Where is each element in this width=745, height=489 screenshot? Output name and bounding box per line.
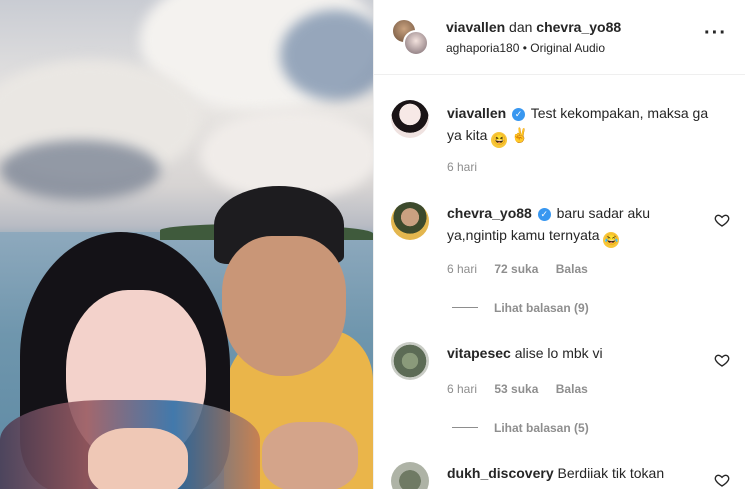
author-joiner: dan: [509, 19, 533, 35]
man-face: [222, 236, 346, 376]
view-replies-label[interactable]: Lihat balasan (5): [494, 421, 589, 435]
avatar[interactable]: [391, 202, 429, 240]
comment-body: chevra_yo88 ✓ baru sadar aku ya,ngintip …: [447, 202, 709, 248]
view-replies-label[interactable]: Lihat balasan (9): [494, 301, 589, 315]
comment-time: 6 hari: [447, 160, 478, 174]
comment-username[interactable]: vitapesec: [447, 345, 511, 361]
cloud: [0, 140, 160, 200]
comment-username[interactable]: chevra_yo88: [447, 205, 532, 221]
comment-username[interactable]: viavallen: [447, 105, 506, 121]
comment-text: alise lo mbk vi: [514, 345, 603, 361]
comment-meta: 6 hari 72 suka Balas: [447, 262, 602, 276]
heart-icon[interactable]: [714, 212, 730, 228]
comment-body: vitapesec alise lo mbk vi: [447, 342, 709, 364]
comment-text: Berdiiak tik tokan: [557, 465, 665, 481]
hand: [262, 422, 358, 489]
emoji-tears-of-joy: 😂: [603, 232, 620, 248]
author-username[interactable]: viavallen: [446, 19, 505, 35]
comment-likes[interactable]: 72 suka: [494, 262, 538, 276]
avatar[interactable]: [403, 30, 429, 56]
hand: [88, 428, 188, 489]
reply-button[interactable]: Balas: [556, 382, 588, 396]
emoji-victory: ✌: [511, 127, 529, 143]
post-authors: viavallen dan chevra_yo88: [446, 19, 621, 35]
verified-badge-icon: ✓: [537, 208, 551, 221]
comment-likes[interactable]: 53 suka: [494, 382, 538, 396]
comment-body: dukh_discovery Berdiiak tik tokan: [447, 462, 709, 484]
comment-time: 6 hari: [447, 262, 478, 276]
avatar[interactable]: [391, 100, 429, 138]
view-replies-button[interactable]: Lihat balasan (5): [452, 421, 589, 435]
author-username[interactable]: chevra_yo88: [536, 19, 621, 35]
caption-body: viavallen ✓ Test kekompakan, maksa ga ya…: [447, 102, 709, 148]
more-horizontal-icon[interactable]: ···: [704, 23, 728, 47]
comment-meta: 6 hari: [447, 160, 491, 174]
verified-badge-icon: ✓: [512, 108, 526, 121]
comment-meta: 6 hari 53 suka Balas: [447, 382, 602, 396]
reply-button[interactable]: Balas: [556, 262, 588, 276]
heart-icon[interactable]: [714, 352, 730, 368]
post-media[interactable]: [0, 0, 373, 489]
audio-separator: •: [522, 41, 527, 55]
collab-avatars[interactable]: [391, 18, 431, 58]
view-replies-button[interactable]: Lihat balasan (9): [452, 301, 589, 315]
avatar[interactable]: [391, 342, 429, 380]
audio-info: aghaporia180 • Original Audio: [446, 41, 605, 55]
comment-time: 6 hari: [447, 382, 478, 396]
comment-username[interactable]: dukh_discovery: [447, 465, 554, 481]
emoji-laugh: 😆: [491, 132, 508, 148]
divider: [452, 307, 478, 308]
audio-label[interactable]: Original Audio: [530, 41, 605, 55]
comments-panel: viavallen dan chevra_yo88 aghaporia180 •…: [373, 0, 745, 489]
avatar[interactable]: [391, 462, 429, 489]
audio-owner[interactable]: aghaporia180: [446, 41, 519, 55]
post-header: viavallen dan chevra_yo88 aghaporia180 •…: [374, 0, 745, 75]
heart-icon[interactable]: [714, 472, 730, 488]
divider: [452, 427, 478, 428]
